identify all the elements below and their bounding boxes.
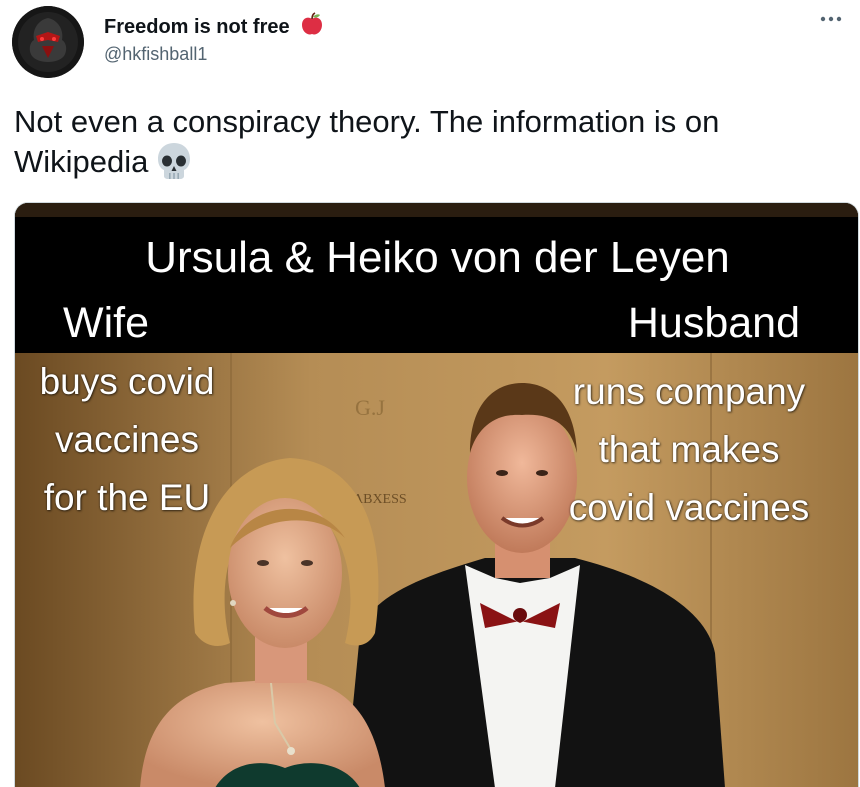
tweet: Freedom is not free @hkfishball1 Not eve… xyxy=(0,0,860,787)
meme-wife-caption-line: buys covid xyxy=(39,361,215,402)
meme-husband-label: Husband xyxy=(627,299,800,347)
meme-husband-caption: runs company that makes covid vaccines xyxy=(534,363,844,537)
tweet-text-body: Not even a conspiracy theory. The inform… xyxy=(14,104,720,179)
more-horizontal-icon xyxy=(820,16,842,22)
meme-husband-caption-line: runs company xyxy=(572,371,806,412)
tweet-text: Not even a conspiracy theory. The inform… xyxy=(14,102,834,190)
more-options-button[interactable] xyxy=(816,8,846,30)
author-handle[interactable]: @hkfishball1 xyxy=(104,44,207,65)
meme-wife-caption: buys covid vaccines for the EU xyxy=(21,353,233,527)
author-name-text: Freedom is not free xyxy=(104,16,290,38)
skull-icon xyxy=(156,142,192,190)
meme-wife-caption-line: for the EU xyxy=(43,477,211,518)
meme-title: Ursula & Heiko von der Leyen xyxy=(145,233,730,282)
meme-wife-caption-line: vaccines xyxy=(55,419,199,460)
avatar-image xyxy=(12,6,84,78)
meme-husband-caption-line: that makes xyxy=(598,429,780,470)
meme-wife-label: Wife xyxy=(63,299,149,347)
red-apple-icon xyxy=(301,12,323,42)
tweet-media-image[interactable]: G.J ABXESS Ursula & Heiko von der Leyen … xyxy=(14,202,859,787)
meme-husband-caption-line: covid vaccines xyxy=(568,487,810,528)
author-display-name[interactable]: Freedom is not free xyxy=(104,12,323,42)
backdrop-logo-text: G.J xyxy=(355,395,385,420)
avatar[interactable] xyxy=(12,6,84,78)
